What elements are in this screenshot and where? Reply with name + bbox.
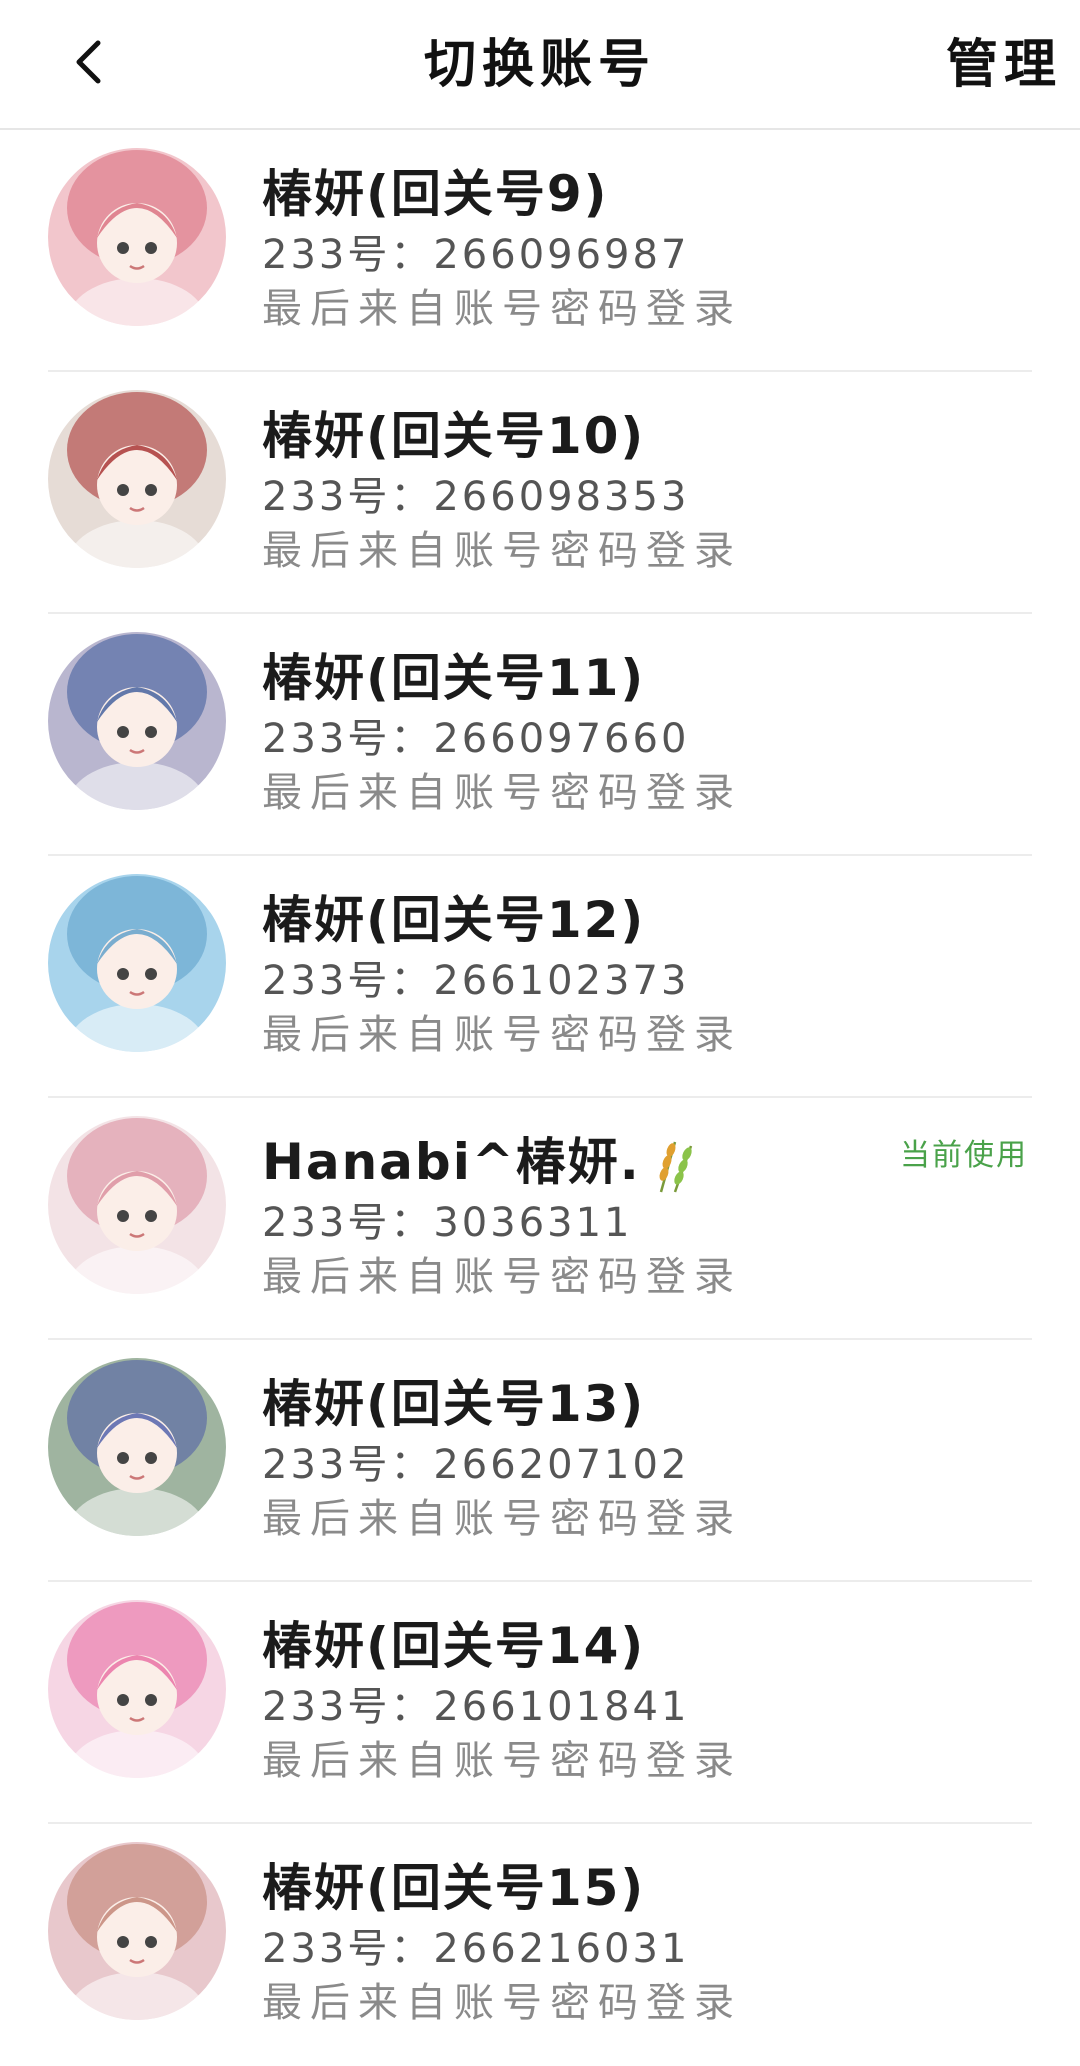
- account-id: 233号：266216031: [262, 1926, 690, 1972]
- wheat-icon: [659, 1141, 692, 1192]
- account-name: 椿妍(回关号9): [262, 154, 609, 226]
- account-name-text: Hanabi^椿妍.: [262, 1133, 641, 1191]
- account-login-method: 最后来自账号密码登录: [262, 1980, 742, 2026]
- avatar: [48, 148, 226, 326]
- current-account-badge: 当前使用: [900, 1138, 1028, 1173]
- account-login-method: 最后来自账号密码登录: [262, 1012, 742, 1058]
- account-id: 233号：3036311: [262, 1200, 633, 1246]
- manage-button[interactable]: 管理: [946, 22, 1062, 97]
- avatar: [48, 1600, 226, 1778]
- account-login-method: 最后来自账号密码登录: [262, 1254, 742, 1300]
- account-name-text: 椿妍(回关号10): [262, 407, 646, 465]
- account-row[interactable]: Hanabi^椿妍. 233号：3036311 最后来自账号密码登录 当前使用: [0, 1098, 1080, 1340]
- avatar: [48, 390, 226, 568]
- account-list: 椿妍(回关号9) 233号：266096987 最后来自账号密码登录 椿妍(回关号10…: [0, 130, 1080, 2066]
- top-bar: 切换账号 管理: [0, 0, 1080, 130]
- account-name-text: 椿妍(回关号14): [262, 1617, 646, 1675]
- account-row[interactable]: 椿妍(回关号15) 233号：266216031 最后来自账号密码登录: [0, 1824, 1080, 2066]
- account-name-text: 椿妍(回关号11): [262, 649, 646, 707]
- avatar: [48, 874, 226, 1052]
- account-row[interactable]: 椿妍(回关号12) 233号：266102373 最后来自账号密码登录: [0, 856, 1080, 1098]
- account-name: 椿妍(回关号10): [262, 396, 645, 468]
- account-name-text: 椿妍(回关号15): [262, 1859, 646, 1917]
- account-login-method: 最后来自账号密码登录: [262, 1496, 742, 1542]
- account-row[interactable]: 椿妍(回关号13) 233号：266207102 最后来自账号密码登录: [0, 1340, 1080, 1582]
- page-title: 切换账号: [423, 35, 656, 95]
- account-id: 233号：266101841: [262, 1684, 690, 1730]
- account-login-method: 最后来自账号密码登录: [262, 286, 742, 332]
- account-login-method: 最后来自账号密码登录: [262, 1738, 742, 1784]
- account-id: 233号：266098353: [262, 474, 690, 520]
- avatar: [48, 632, 226, 810]
- account-name: 椿妍(回关号12): [262, 880, 645, 952]
- account-row[interactable]: 椿妍(回关号14) 233号：266101841 最后来自账号密码登录: [0, 1582, 1080, 1824]
- avatar: [48, 1842, 226, 2020]
- avatar: [48, 1358, 226, 1536]
- account-login-method: 最后来自账号密码登录: [262, 528, 742, 574]
- account-id: 233号：266207102: [262, 1442, 690, 1488]
- account-id: 233号：266102373: [262, 958, 690, 1004]
- account-login-method: 最后来自账号密码登录: [262, 770, 742, 816]
- account-name-text: 椿妍(回关号12): [262, 891, 646, 949]
- account-name: 椿妍(回关号14): [262, 1606, 645, 1678]
- account-row[interactable]: 椿妍(回关号11) 233号：266097660 最后来自账号密码登录: [0, 614, 1080, 856]
- account-name-text: 椿妍(回关号13): [262, 1375, 646, 1433]
- account-name: 椿妍(回关号13): [262, 1364, 645, 1436]
- account-id: 233号：266097660: [262, 716, 690, 762]
- account-id: 233号：266096987: [262, 232, 690, 278]
- avatar: [48, 1116, 226, 1294]
- account-name: Hanabi^椿妍.: [262, 1122, 705, 1196]
- account-name-text: 椿妍(回关号9): [262, 165, 609, 223]
- account-name: 椿妍(回关号11): [262, 638, 645, 710]
- account-row[interactable]: 椿妍(回关号9) 233号：266096987 最后来自账号密码登录: [0, 130, 1080, 372]
- account-name: 椿妍(回关号15): [262, 1848, 645, 1920]
- account-row[interactable]: 椿妍(回关号10) 233号：266098353 最后来自账号密码登录: [0, 372, 1080, 614]
